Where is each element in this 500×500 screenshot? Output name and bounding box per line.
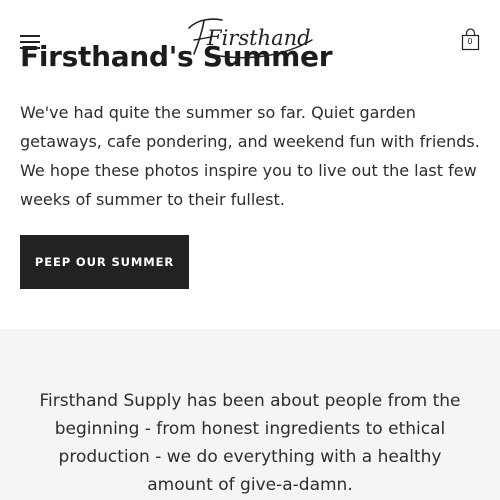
about-section: Firsthand Supply has been about people f…	[0, 329, 500, 500]
firsthand-logo[interactable]: Firsthand	[186, 14, 316, 66]
cart-count: 0	[467, 37, 473, 46]
hamburger-menu-icon[interactable]	[20, 35, 40, 49]
menu-line	[20, 35, 40, 37]
hero-description: We've had quite the summer so far. Quiet…	[20, 103, 480, 209]
menu-line	[20, 47, 40, 49]
about-text: Firsthand Supply has been about people f…	[39, 391, 461, 495]
peep-our-summer-button[interactable]: PEEP OUR SUMMER	[20, 235, 189, 289]
cart-button[interactable]: 0	[460, 28, 482, 52]
logo-text: Firsthand	[206, 26, 311, 50]
menu-line	[20, 41, 40, 43]
site-header: Firsthand 0	[0, 0, 500, 80]
